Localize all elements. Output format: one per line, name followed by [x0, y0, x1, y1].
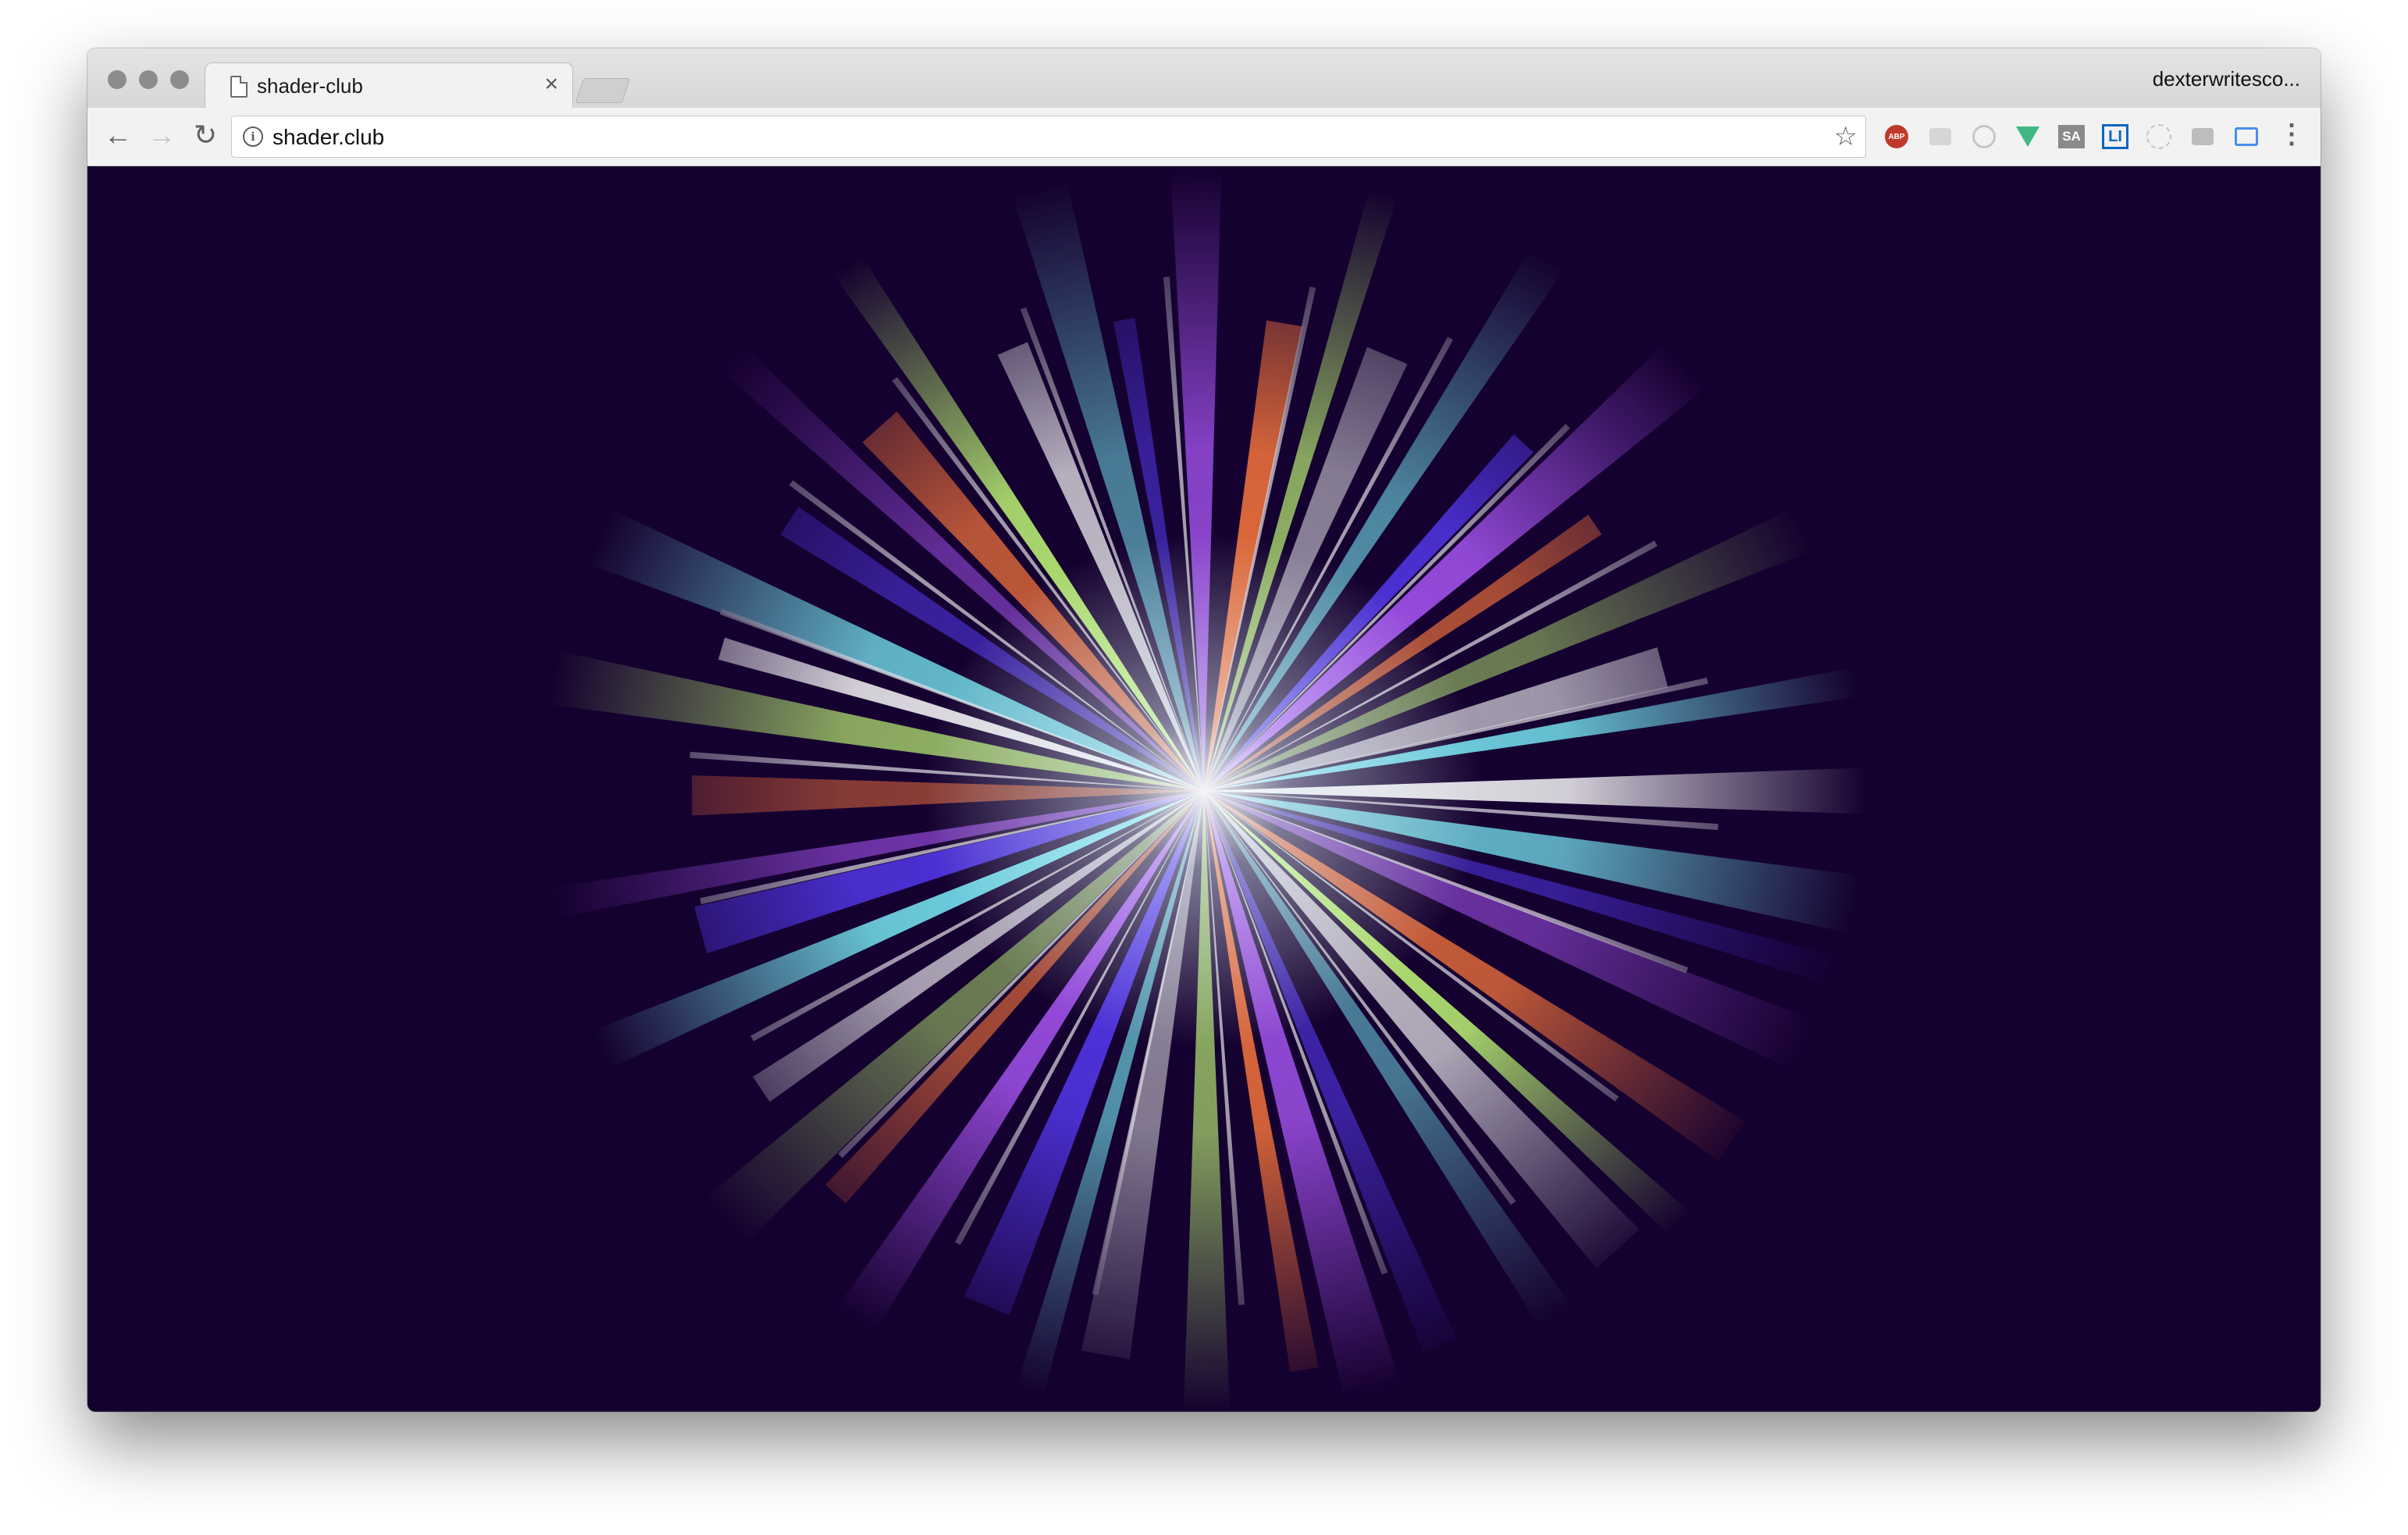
reader-shape [2192, 128, 2214, 145]
reader-extension-icon[interactable] [2189, 123, 2216, 150]
shader-canvas[interactable] [87, 166, 2321, 1412]
url-text[interactable]: shader.club [273, 125, 384, 150]
li-extension-icon[interactable]: LI [2102, 123, 2128, 150]
li-badge: LI [2102, 124, 2128, 149]
adblock-plus-icon[interactable]: ABP [1883, 123, 1910, 150]
sa-extension-icon[interactable]: SA [2058, 123, 2085, 150]
reload-icon[interactable]: ↻ [187, 117, 223, 153]
comment-extension-icon[interactable] [1927, 123, 1954, 150]
circle-shape [1972, 125, 1996, 148]
zoom-window-button[interactable] [170, 70, 189, 89]
profile-name[interactable]: dexterwritesco... [2153, 67, 2300, 91]
comment-shape [1929, 128, 1951, 145]
new-tab-button[interactable] [575, 78, 631, 103]
bookmark-star-icon[interactable]: ☆ [1834, 121, 1858, 152]
address-bar[interactable]: i shader.club ☆ [231, 116, 1866, 158]
vue-logo [2016, 126, 2039, 147]
page-icon [230, 76, 248, 98]
starburst-core-glow [923, 533, 1485, 1049]
react-logo [2146, 124, 2171, 149]
cast-shape [2235, 127, 2258, 146]
vue-devtools-icon[interactable] [2014, 123, 2041, 150]
sa-badge: SA [2058, 125, 2085, 148]
circle-extension-icon[interactable] [1971, 123, 1997, 150]
page-viewport[interactable] [87, 166, 2321, 1412]
site-info-icon[interactable]: i [243, 126, 263, 147]
browser-toolbar: ← → ↻ i shader.club ☆ ABP SA LI ⋮ [87, 108, 2321, 166]
react-devtools-icon[interactable] [2146, 123, 2172, 150]
forward-icon[interactable]: → [144, 117, 180, 153]
tab-shader-club[interactable]: shader-club × [205, 62, 573, 109]
browser-menu-icon[interactable]: ⋮ [2278, 119, 2305, 150]
browser-window: shader-club × dexterwritesco... ← → ↻ i … [87, 48, 2321, 1412]
tab-close-icon[interactable]: × [544, 71, 558, 98]
tab-strip: shader-club × dexterwritesco... [87, 48, 2321, 109]
back-icon[interactable]: ← [100, 117, 136, 153]
close-window-button[interactable] [108, 70, 126, 89]
adblock-plus-badge: ABP [1885, 125, 1908, 148]
minimize-window-button[interactable] [139, 70, 158, 89]
cast-icon[interactable] [2233, 123, 2260, 150]
tab-title: shader-club [257, 74, 363, 98]
